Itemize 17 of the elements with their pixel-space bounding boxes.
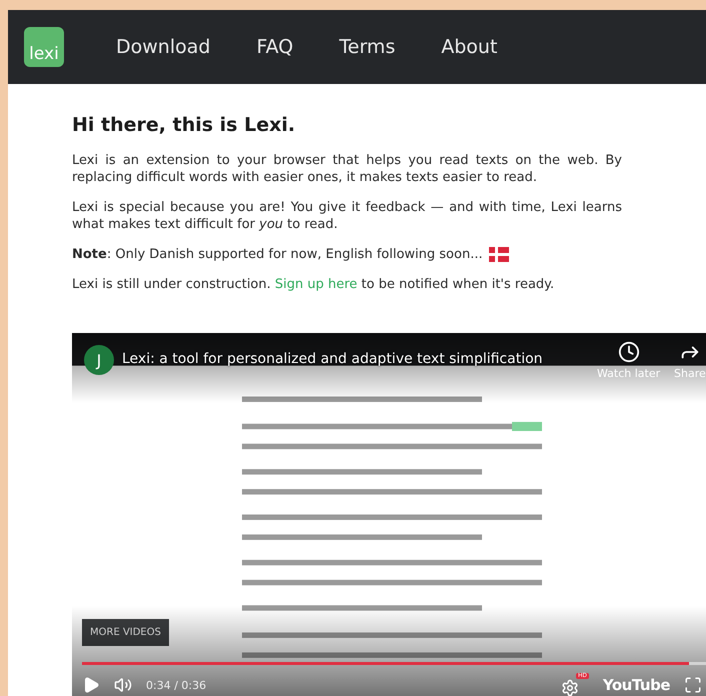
paragraph: Lexi is an extension to your browser that helps you read texts on the web. By replacing difficult words with easier ones, it makes texts easier to read. <box>72 152 622 186</box>
page-heading: Hi there, this is Lexi. <box>72 114 296 136</box>
play-button[interactable] <box>82 676 100 694</box>
nav-link[interactable]: About <box>441 36 498 58</box>
nav-link[interactable]: Terms <box>339 36 396 58</box>
danish-flag-icon <box>488 247 509 262</box>
volume-button[interactable] <box>114 676 132 694</box>
nav-link[interactable]: Download <box>116 36 210 58</box>
paragraph: Lexi is special because you are! You give it feedback — and with time, Lexi learns what makes text difficult for you to read. <box>72 199 622 233</box>
youtube-logo[interactable]: YouTube <box>602 676 670 694</box>
time-display: 0:34 / 0:36 <box>146 678 206 692</box>
more-videos-button[interactable]: MORE VIDEOS <box>82 619 169 646</box>
paragraph: Lexi is still under construction. Sign up here to be notified when it's ready. <box>72 276 556 293</box>
fullscreen-button[interactable] <box>684 676 702 694</box>
note-text: Note: Only Danish supported for now, English following soon... <box>72 246 483 263</box>
nav-link[interactable]: FAQ <box>256 36 294 58</box>
clock-icon <box>618 341 640 363</box>
